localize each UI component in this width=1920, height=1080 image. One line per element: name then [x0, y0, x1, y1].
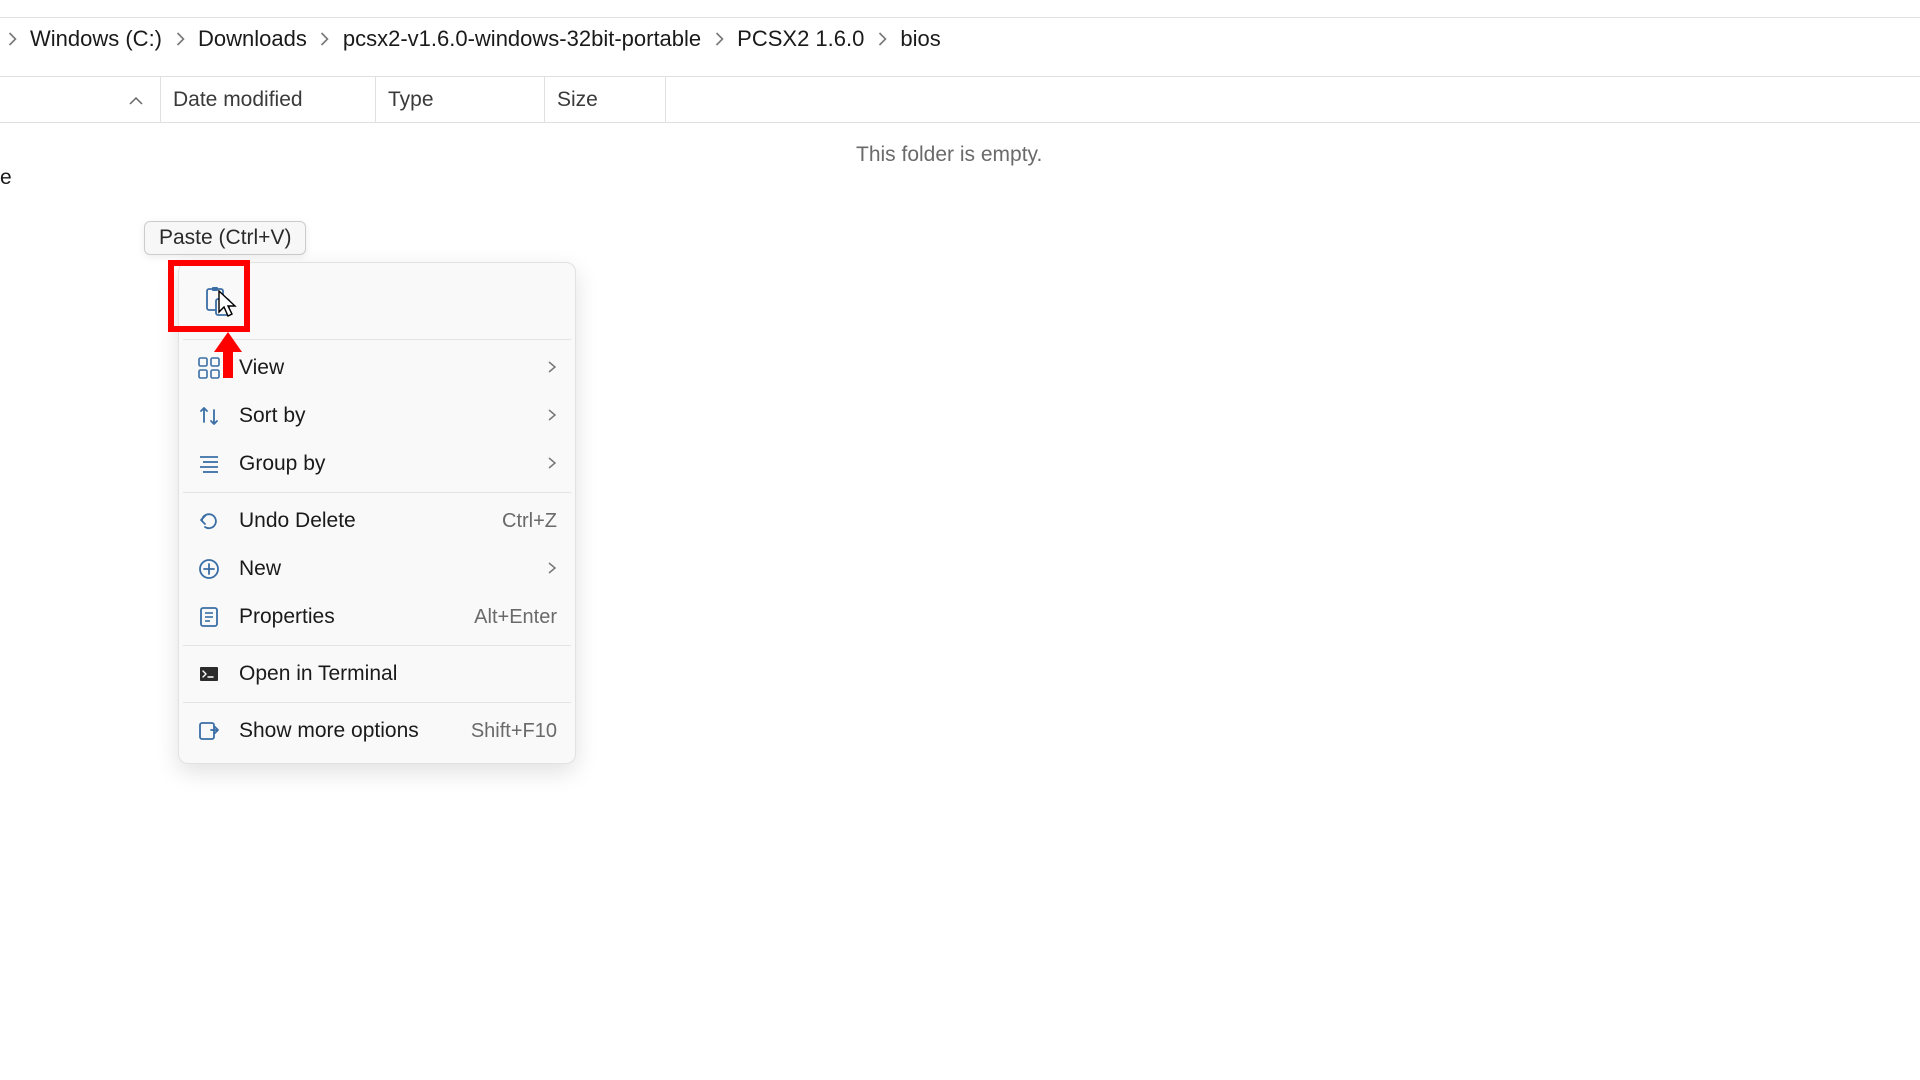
breadcrumb: Windows (C:) Downloads pcsx2-v1.6.0-wind… [0, 24, 947, 54]
menu-item-label: Group by [239, 452, 539, 476]
chevron-right-icon [547, 452, 557, 476]
sort-icon [197, 404, 221, 428]
chevron-right-icon[interactable] [168, 27, 192, 51]
menu-item-group-by[interactable]: Group by [179, 440, 575, 488]
chevron-right-icon[interactable] [870, 27, 894, 51]
breadcrumb-item-pcsx2-1-6-0[interactable]: PCSX2 1.6.0 [731, 24, 870, 54]
menu-item-show-more-options[interactable]: Show more options Shift+F10 [179, 707, 575, 755]
paste-tooltip: Paste (Ctrl+V) [144, 221, 306, 255]
chevron-right-icon[interactable] [0, 27, 24, 51]
sort-up-icon [128, 88, 144, 112]
view-icon [197, 356, 221, 380]
menu-shortcut: Ctrl+Z [502, 510, 557, 533]
column-header-date[interactable]: Date modified [161, 88, 375, 112]
menu-item-label: Sort by [239, 404, 539, 428]
menu-item-label: View [239, 356, 539, 380]
menu-shortcut: Shift+F10 [471, 720, 557, 743]
column-headers: e Date modified Type Size [0, 77, 1920, 122]
context-menu: View Sort by Group by [178, 262, 576, 764]
breadcrumb-item-pcsx2-folder[interactable]: pcsx2-v1.6.0-windows-32bit-portable [337, 24, 707, 54]
columns-bottom-divider [0, 122, 1920, 123]
column-divider [665, 77, 666, 122]
menu-item-properties[interactable]: Properties Alt+Enter [179, 593, 575, 641]
terminal-icon [197, 662, 221, 686]
column-header-size[interactable]: Size [545, 88, 665, 112]
menu-item-label: Open in Terminal [239, 662, 557, 686]
chevron-right-icon [547, 557, 557, 581]
empty-folder-message: This folder is empty. [856, 143, 1042, 167]
menu-shortcut: Alt+Enter [474, 606, 557, 629]
chevron-right-icon[interactable] [707, 27, 731, 51]
breadcrumb-item-downloads[interactable]: Downloads [192, 24, 313, 54]
undo-icon [197, 509, 221, 533]
properties-icon [197, 605, 221, 629]
menu-item-undo-delete[interactable]: Undo Delete Ctrl+Z [179, 497, 575, 545]
name-column-text-fragment: e [0, 166, 12, 190]
top-divider [0, 17, 1920, 18]
menu-item-new[interactable]: New [179, 545, 575, 593]
menu-item-label: Properties [239, 605, 474, 629]
menu-divider [183, 339, 571, 340]
chevron-right-icon [547, 404, 557, 428]
paste-icon [203, 286, 231, 316]
menu-item-label: Undo Delete [239, 509, 502, 533]
menu-item-view[interactable]: View [179, 344, 575, 392]
breadcrumb-item-windows-c[interactable]: Windows (C:) [24, 24, 168, 54]
menu-item-label: New [239, 557, 539, 581]
menu-divider [183, 645, 571, 646]
breadcrumb-item-bios[interactable]: bios [894, 24, 946, 54]
group-by-icon [197, 452, 221, 476]
chevron-right-icon[interactable] [313, 27, 337, 51]
menu-item-sort-by[interactable]: Sort by [179, 392, 575, 440]
new-icon [197, 557, 221, 581]
chevron-right-icon [547, 356, 557, 380]
paste-button[interactable] [193, 277, 241, 325]
menu-item-label: Show more options [239, 719, 471, 743]
menu-item-open-terminal[interactable]: Open in Terminal [179, 650, 575, 698]
column-header-type[interactable]: Type [376, 88, 544, 112]
show-more-icon [197, 719, 221, 743]
context-menu-action-row [179, 271, 575, 335]
menu-divider [183, 492, 571, 493]
menu-divider [183, 702, 571, 703]
